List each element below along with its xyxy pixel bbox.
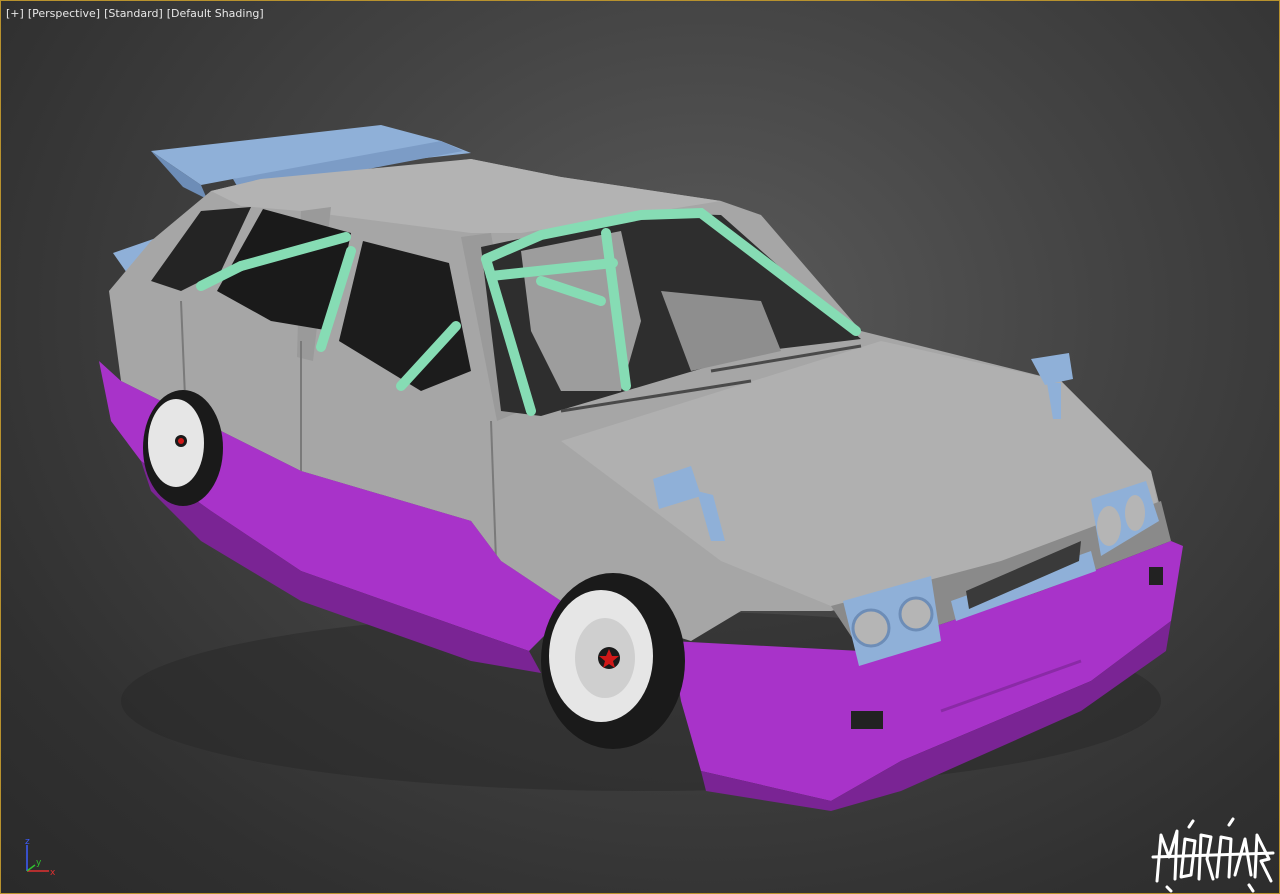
axis-y-label: y bbox=[36, 858, 42, 868]
axis-x-label: x bbox=[50, 868, 56, 878]
rear-wheel bbox=[143, 390, 223, 506]
viewport-perspective[interactable]: [+] [Perspective] [Standard] [Default Sh… bbox=[0, 0, 1280, 894]
axis-tripod: z x y bbox=[25, 837, 56, 878]
front-wheel bbox=[541, 573, 685, 749]
axis-z-label: z bbox=[25, 837, 30, 847]
logo-watermark bbox=[1151, 817, 1275, 893]
car-model[interactable] bbox=[1, 1, 1279, 893]
